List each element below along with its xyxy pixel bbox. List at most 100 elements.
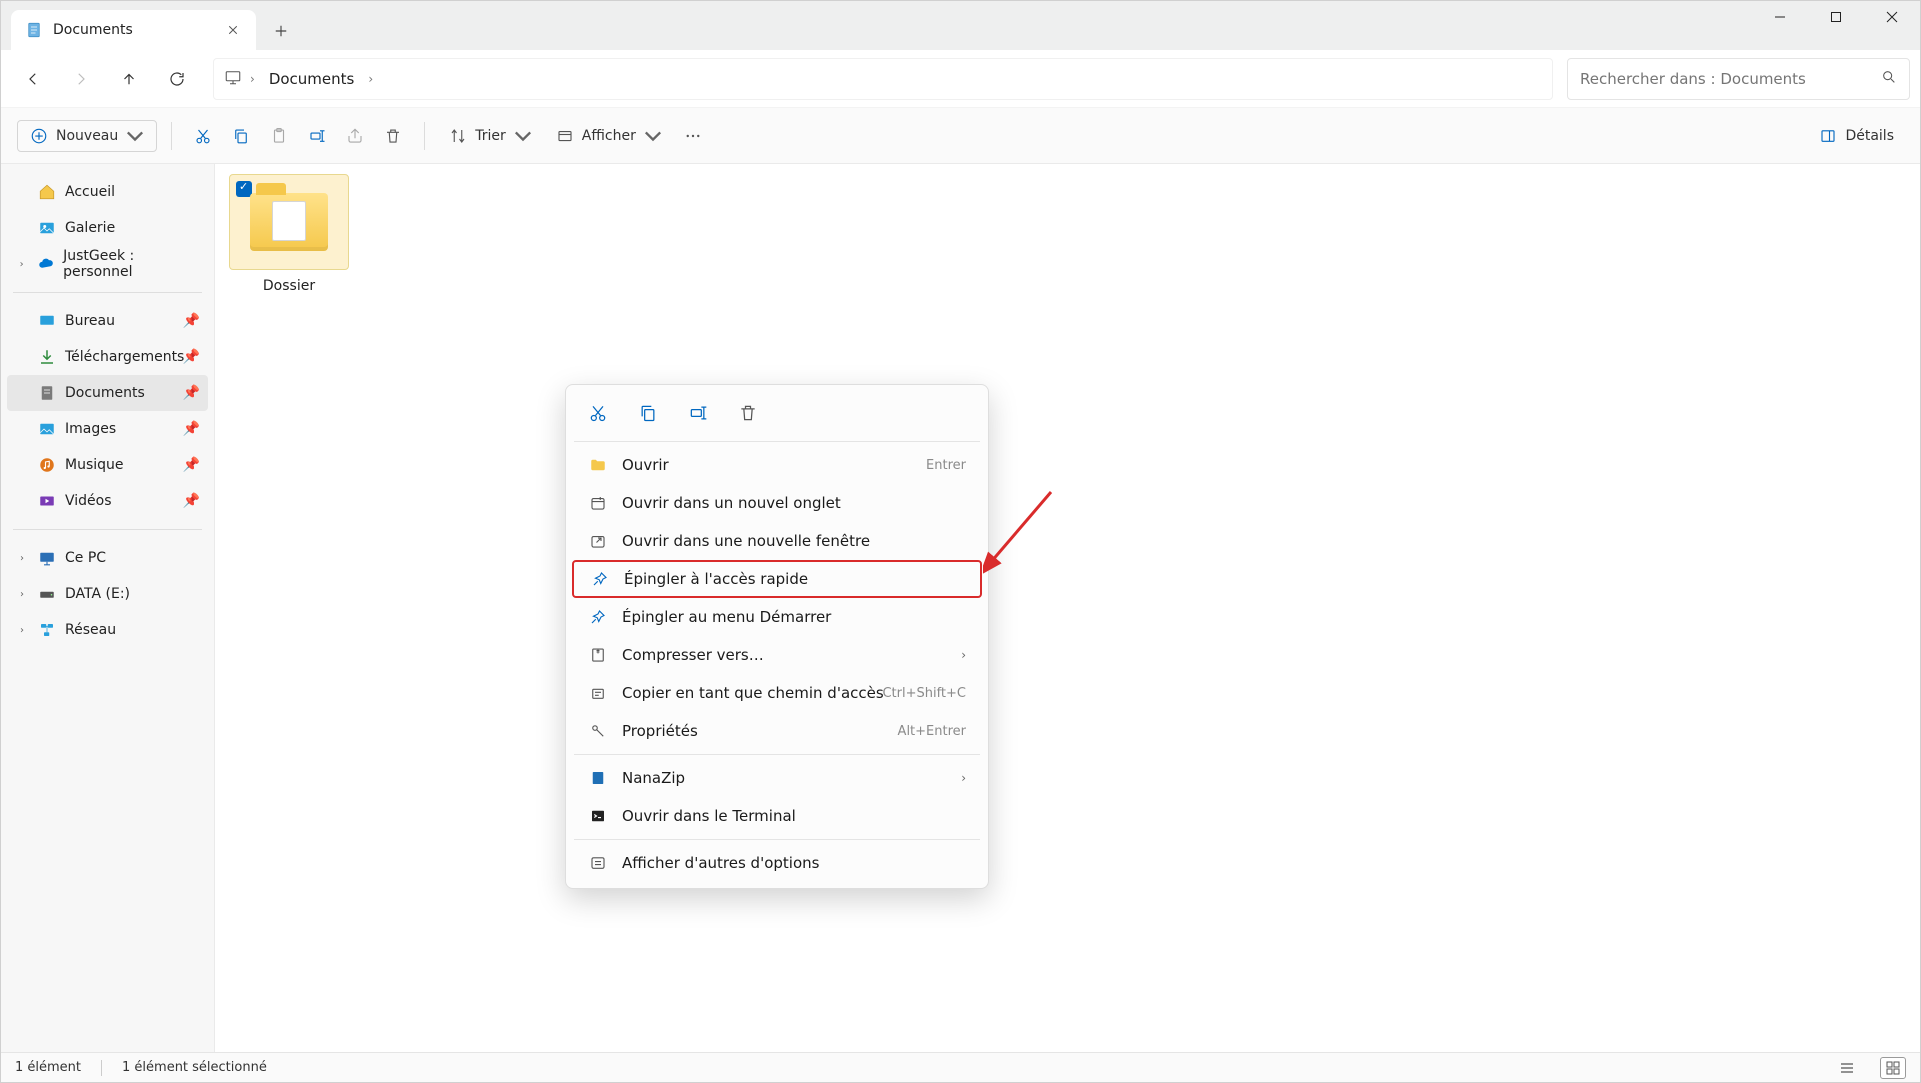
home-icon — [37, 182, 57, 202]
ctx-rename-button[interactable] — [684, 399, 712, 427]
sidebar-item-network[interactable]: › Réseau — [7, 612, 208, 648]
close-button[interactable] — [1864, 1, 1920, 33]
gallery-icon — [37, 218, 57, 238]
sidebar-item-pictures[interactable]: Images 📌 — [7, 411, 208, 447]
ctx-cut-button[interactable] — [584, 399, 612, 427]
pin-icon: 📌 — [183, 313, 200, 329]
pc-icon — [37, 548, 57, 568]
folder-icon — [588, 455, 608, 475]
cloud-icon — [36, 254, 55, 274]
window-controls — [1752, 1, 1920, 33]
sidebar-item-gallery[interactable]: Galerie — [7, 210, 208, 246]
tab-documents[interactable]: Documents — [11, 10, 256, 50]
paste-button[interactable] — [262, 121, 296, 151]
forward-button[interactable] — [59, 59, 103, 99]
document-icon — [37, 383, 57, 403]
nanazip-icon — [588, 768, 608, 788]
pictures-icon — [37, 419, 57, 439]
content-area[interactable]: Dossier Ouvrir Entrer Ouvrir — [215, 164, 1920, 1052]
ctx-pin-start[interactable]: Épingler au menu Démarrer — [572, 598, 982, 636]
annotation-arrow — [983, 484, 1063, 584]
new-tab-icon — [588, 493, 608, 513]
chevron-down-icon — [644, 127, 662, 145]
ctx-open-new-window[interactable]: Ouvrir dans une nouvelle fenêtre — [572, 522, 982, 560]
search-input[interactable] — [1580, 70, 1881, 88]
ctx-compress[interactable]: Compresser vers… › — [572, 636, 982, 674]
ctx-terminal[interactable]: Ouvrir dans le Terminal — [572, 797, 982, 835]
rename-button[interactable] — [300, 121, 334, 151]
titlebar: Documents — [1, 1, 1920, 50]
new-button[interactable]: Nouveau — [17, 120, 157, 152]
drive-icon — [37, 584, 57, 604]
item-label: Dossier — [229, 278, 349, 294]
ctx-delete-button[interactable] — [734, 399, 762, 427]
music-icon — [37, 455, 57, 475]
pin-icon: 📌 — [183, 385, 200, 401]
pc-icon — [224, 68, 242, 90]
main-area: Accueil Galerie › JustGeek : personnel B… — [1, 164, 1920, 1052]
minimize-button[interactable] — [1752, 1, 1808, 33]
chevron-right-icon[interactable]: › — [15, 625, 29, 636]
view-list-button[interactable] — [1834, 1057, 1860, 1079]
pin-icon — [590, 569, 610, 589]
sidebar-item-music[interactable]: Musique 📌 — [7, 447, 208, 483]
share-button[interactable] — [338, 121, 372, 151]
tab-label: Documents — [53, 22, 214, 38]
back-button[interactable] — [11, 59, 55, 99]
chevron-right-icon[interactable]: › — [15, 553, 29, 564]
sidebar-item-onedrive[interactable]: › JustGeek : personnel — [7, 246, 208, 282]
copy-button[interactable] — [224, 121, 258, 151]
ctx-open[interactable]: Ouvrir Entrer — [572, 446, 982, 484]
pin-icon: 📌 — [183, 349, 200, 365]
new-tab-button[interactable] — [264, 14, 298, 48]
folder-icon — [229, 174, 349, 270]
sort-button[interactable]: Trier — [439, 121, 542, 151]
sidebar-item-desktop[interactable]: Bureau 📌 — [7, 303, 208, 339]
view-label: Afficher — [582, 128, 636, 144]
pin-icon: 📌 — [183, 493, 200, 509]
cut-button[interactable] — [186, 121, 220, 151]
delete-button[interactable] — [376, 121, 410, 151]
sidebar-item-home[interactable]: Accueil — [7, 174, 208, 210]
sidebar-item-drive-e[interactable]: › DATA (E:) — [7, 576, 208, 612]
address-row: › Documents › — [1, 50, 1920, 108]
chevron-right-icon[interactable]: › — [250, 72, 255, 86]
ctx-nanazip[interactable]: NanaZip › — [572, 759, 982, 797]
chevron-right-icon[interactable]: › — [368, 72, 373, 86]
ctx-show-more[interactable]: Afficher d'autres d'options — [572, 844, 982, 882]
refresh-button[interactable] — [155, 59, 199, 99]
close-tab-icon[interactable] — [224, 21, 242, 39]
context-menu: Ouvrir Entrer Ouvrir dans un nouvel ongl… — [565, 384, 989, 889]
sidebar-item-downloads[interactable]: Téléchargements 📌 — [7, 339, 208, 375]
pin-icon: 📌 — [183, 421, 200, 437]
properties-icon — [588, 721, 608, 741]
more-button[interactable] — [676, 121, 710, 151]
folder-item[interactable]: Dossier — [229, 174, 349, 294]
sidebar-item-this-pc[interactable]: › Ce PC — [7, 540, 208, 576]
sort-label: Trier — [475, 128, 506, 144]
status-selected: 1 élément sélectionné — [122, 1060, 267, 1075]
sidebar-item-documents[interactable]: Documents 📌 — [7, 375, 208, 411]
video-icon — [37, 491, 57, 511]
ctx-properties[interactable]: Propriétés Alt+Entrer — [572, 712, 982, 750]
details-button[interactable]: Détails — [1809, 121, 1904, 151]
ctx-copy-button[interactable] — [634, 399, 662, 427]
ctx-copy-path[interactable]: Copier en tant que chemin d'accès Ctrl+S… — [572, 674, 982, 712]
ctx-open-new-tab[interactable]: Ouvrir dans un nouvel onglet — [572, 484, 982, 522]
chevron-right-icon[interactable]: › — [15, 589, 29, 600]
view-button[interactable]: Afficher — [546, 121, 672, 151]
chevron-right-icon[interactable]: › — [15, 259, 28, 270]
document-icon — [25, 21, 43, 39]
new-label: Nouveau — [56, 128, 118, 144]
search-box[interactable] — [1567, 58, 1910, 100]
breadcrumb-current[interactable]: Documents — [263, 66, 361, 92]
ctx-pin-quick-access[interactable]: Épingler à l'accès rapide — [572, 560, 982, 598]
terminal-icon — [588, 806, 608, 826]
view-icons-button[interactable] — [1880, 1057, 1906, 1079]
sidebar-item-videos[interactable]: Vidéos 📌 — [7, 483, 208, 519]
maximize-button[interactable] — [1808, 1, 1864, 33]
up-button[interactable] — [107, 59, 151, 99]
chevron-down-icon — [126, 127, 144, 145]
address-bar[interactable]: › Documents › — [213, 58, 1553, 100]
chevron-right-icon: › — [961, 648, 966, 662]
